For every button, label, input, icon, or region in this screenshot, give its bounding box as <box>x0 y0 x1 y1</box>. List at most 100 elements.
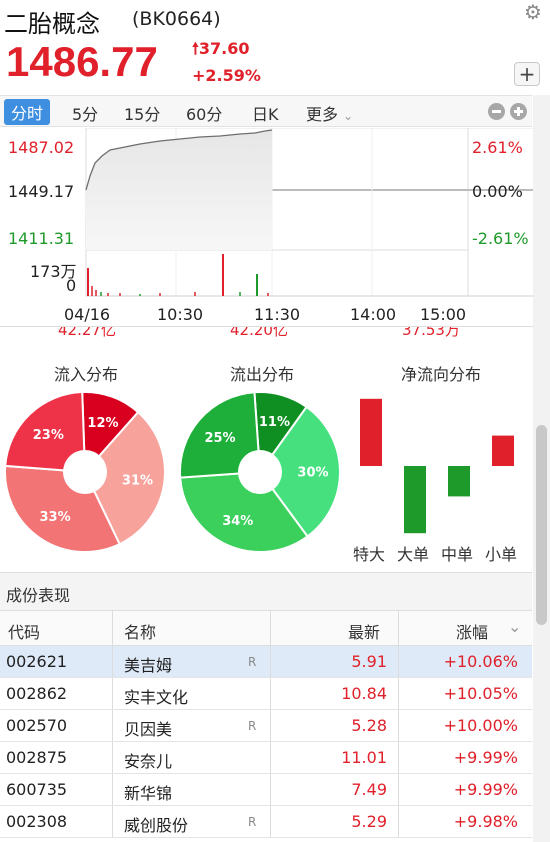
table-row[interactable]: 002621 美吉姆 R 5.91 +10.06% <box>0 646 532 678</box>
add-button[interactable]: + <box>514 62 540 86</box>
pie-hole <box>63 450 107 494</box>
outflow-title: 流出分布 <box>229 365 294 384</box>
pie-slice-label: 11% <box>259 415 290 430</box>
col-price[interactable]: 最新 <box>348 619 380 643</box>
x-tick: 14:00 <box>350 305 397 324</box>
price-cell: 5.91 <box>351 652 387 671</box>
stock-name-cell: 贝因美 <box>124 720 173 739</box>
stock-name-cell: 实丰文化 <box>124 688 189 707</box>
change-cell: +9.98% <box>453 812 518 831</box>
pie-hole <box>238 450 282 494</box>
gear-icon[interactable]: ⚙ <box>524 0 542 24</box>
pie-slice-label: 31% <box>122 473 153 488</box>
net-flow-title: 净流向分布 <box>400 365 481 384</box>
pie-slice-label: 34% <box>222 514 253 529</box>
section-title: 成份表现 <box>0 572 532 610</box>
period-tabs: 分时 5分 15分 60分 日K 更多 ⌄ <box>0 95 532 127</box>
scrollbar-thumb[interactable] <box>536 425 547 625</box>
col-change[interactable]: 涨幅 <box>456 619 488 643</box>
price-area <box>86 130 272 250</box>
rzrq-badge: R <box>248 815 257 829</box>
price-cell: 5.28 <box>351 716 387 735</box>
stock-code-cell: 002621 <box>6 652 68 671</box>
zoom-out-icon[interactable] <box>488 103 505 120</box>
rzrq-badge: R <box>248 719 257 733</box>
net-flow-category: 中单 <box>441 545 474 564</box>
chevron-down-icon: ⌄ <box>343 109 354 123</box>
stock-code-cell: 002875 <box>6 748 68 767</box>
cut-label: 42.20亿 <box>230 327 288 339</box>
tab-5min[interactable]: 5分 <box>72 101 98 125</box>
x-tick: 10:30 <box>157 305 204 324</box>
cut-label: 37.53万 <box>402 327 460 339</box>
change-cell: +10.06% <box>443 652 518 671</box>
table-row[interactable]: 002570 贝因美 R 5.28 +10.00% <box>0 710 532 742</box>
tab-15min[interactable]: 15分 <box>124 101 160 125</box>
tab-daily-k[interactable]: 日K <box>252 101 279 125</box>
zoom-in-icon[interactable] <box>510 103 527 120</box>
stock-name-cell: 新华锦 <box>124 784 173 803</box>
change-cell: +10.05% <box>443 684 518 703</box>
inflow-title: 流入分布 <box>53 365 118 384</box>
pie-slice-label: 30% <box>297 466 328 481</box>
x-tick: 11:30 <box>254 305 301 324</box>
last-price: 1486.77 <box>6 38 158 85</box>
y-left-low: 1411.31 <box>8 229 75 248</box>
volume-min: 0 <box>66 276 77 295</box>
sort-chevron-icon[interactable]: ⌄ <box>508 617 521 636</box>
tab-60min[interactable]: 60分 <box>186 101 222 125</box>
price-change: 🠕37.60 <box>192 39 250 58</box>
x-tick: 04/16 <box>64 305 111 324</box>
price-cell: 11.01 <box>341 748 387 767</box>
pie-slice-label: 25% <box>204 431 235 446</box>
price-cell: 7.49 <box>351 780 387 799</box>
price-cell: 5.29 <box>351 812 387 831</box>
col-name[interactable]: 名称 <box>124 619 156 643</box>
pie-slice-label: 12% <box>87 416 118 431</box>
outflow-pie: 11% 30% 34% 25% <box>179 391 341 553</box>
pie-slice-label: 23% <box>33 428 64 443</box>
y-right-base: 0.00% <box>472 182 523 201</box>
intraday-chart <box>85 128 533 297</box>
tab-intraday[interactable]: 分时 <box>4 99 51 125</box>
stock-name-cell: 威创股份 <box>124 816 189 835</box>
y-left-high: 1487.02 <box>8 138 75 157</box>
table-row[interactable]: 002875 安奈儿 11.01 +9.99% <box>0 742 532 774</box>
volume-bars <box>87 254 269 296</box>
cut-label: 42.27亿 <box>58 327 116 339</box>
y-right-high: 2.61% <box>472 138 523 157</box>
net-flow-category: 小单 <box>485 545 518 564</box>
net-flow-category: 大单 <box>397 545 430 564</box>
page-title: 二胎概念 <box>4 10 100 38</box>
net-flow-bar <box>448 466 470 497</box>
stock-code-cell: 002570 <box>6 716 68 735</box>
change-cell: +9.99% <box>453 748 518 767</box>
price-change-percent: +2.59% <box>192 66 261 85</box>
table-row[interactable]: 002308 威创股份 R 5.29 +9.98% <box>0 806 532 838</box>
net-flow-bar <box>404 466 426 534</box>
rzrq-badge: R <box>248 655 257 669</box>
change-cell: +9.99% <box>453 780 518 799</box>
stock-code-cell: 600735 <box>6 780 68 799</box>
table-row[interactable]: 002862 实丰文化 10.84 +10.05% <box>0 678 532 710</box>
stock-code-cell: 002308 <box>6 812 68 831</box>
change-cell: +10.00% <box>443 716 518 735</box>
pie-slice-label: 33% <box>40 510 71 525</box>
inflow-pie: 12% 31% 33% 23% <box>4 391 166 553</box>
table-row[interactable]: 600735 新华锦 7.49 +9.99% <box>0 774 532 806</box>
stock-name-cell: 安奈儿 <box>124 752 173 771</box>
net-flow-bar <box>492 435 514 466</box>
tab-more[interactable]: 更多 ⌄ <box>306 101 353 125</box>
table-header: 代码 名称 最新 涨幅 ⌄ <box>0 610 532 646</box>
stock-code: (BK0664) <box>132 8 221 30</box>
y-left-base: 1449.17 <box>8 182 75 201</box>
net-flow-category: 特大 <box>353 545 386 564</box>
col-code[interactable]: 代码 <box>8 619 40 643</box>
price-cell: 10.84 <box>341 684 387 703</box>
stock-code-cell: 002862 <box>6 684 68 703</box>
up-arrow-icon: 🠕 <box>192 39 199 58</box>
x-tick: 15:00 <box>420 305 467 324</box>
y-right-low: -2.61% <box>472 229 529 248</box>
net-flow-bar <box>360 398 382 466</box>
net-flow-bars <box>360 398 514 534</box>
